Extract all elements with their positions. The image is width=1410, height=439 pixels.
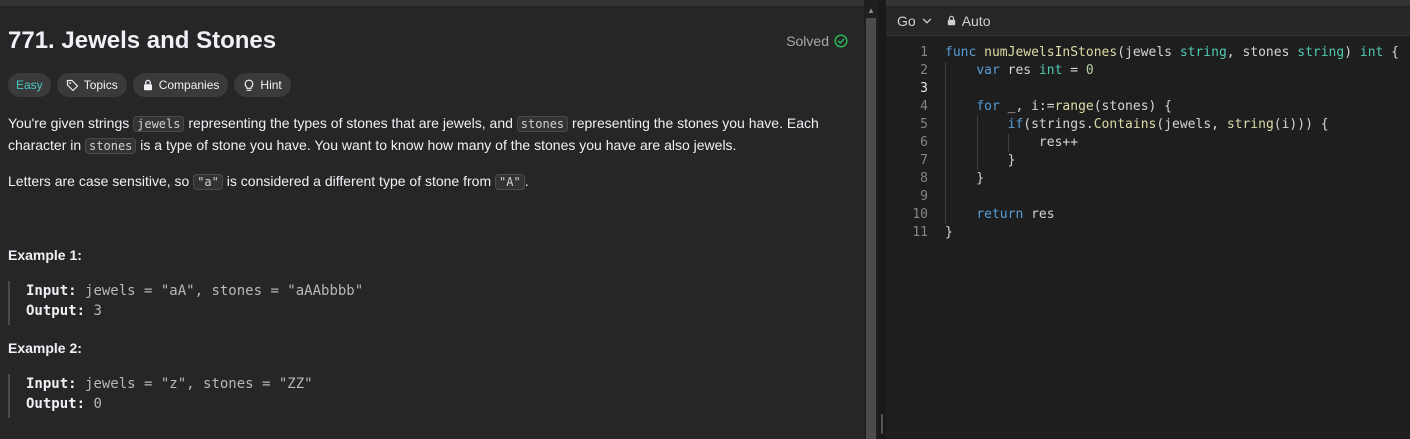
- line-number: 11: [912, 225, 928, 240]
- code-line: 7 }: [886, 152, 1410, 170]
- inline-code: jewels: [133, 116, 185, 132]
- problem-title: 771. Jewels and Stones: [8, 27, 277, 54]
- input-value: jewels = "aA", stones = "aAAbbbb": [85, 283, 364, 299]
- line-number: 4: [920, 99, 928, 114]
- desc-text: .: [524, 173, 529, 189]
- panel-top-bar: [0, 0, 864, 6]
- output-label: Output:: [26, 303, 86, 319]
- inline-code: "a": [193, 174, 223, 190]
- line-number: 1: [920, 45, 928, 60]
- editor-toolbar: Go Auto: [886, 6, 1410, 36]
- mode-indicator: Auto: [946, 13, 991, 29]
- line-number: 2: [920, 63, 928, 78]
- output-label: Output:: [26, 396, 86, 412]
- input-label: Input:: [26, 376, 77, 392]
- desc-text: You're given strings: [8, 115, 134, 131]
- code-line: 6 res++: [886, 134, 1410, 152]
- description-paragraph: Letters are case sensitive, so "a" is co…: [8, 171, 848, 193]
- line-number: 5: [920, 117, 928, 132]
- desc-text: representing the types of stones that ar…: [184, 115, 517, 131]
- code-editor-panel: Go Auto 1 func numJewelsInStones(jewels s…: [886, 0, 1410, 439]
- code-line: 11}: [886, 224, 1410, 242]
- description-paragraph: You're given strings jewels representing…: [8, 113, 848, 157]
- code-text: res++: [945, 135, 1079, 150]
- difficulty-badge: Easy: [8, 73, 51, 97]
- input-label: Input:: [26, 283, 77, 299]
- output-value: 0: [93, 396, 102, 412]
- desc-text: is considered a different type of stone …: [222, 173, 496, 189]
- example-heading: Example 1:: [8, 247, 82, 263]
- desc-text: Letters are case sensitive, so: [8, 173, 194, 189]
- code-text: var res int = 0: [976, 63, 1094, 78]
- code-text: }: [945, 171, 985, 186]
- lightbulb-icon: [243, 79, 255, 92]
- code-line: 2 var res int = 0: [886, 62, 1410, 80]
- scroll-up-arrow-icon[interactable]: ▲: [866, 6, 876, 16]
- difficulty-label: Easy: [16, 78, 43, 92]
- code-line: 3: [886, 80, 1410, 98]
- problem-tags: Easy Topics Companies Hint: [8, 73, 291, 97]
- code-text: func numJewelsInStones(jewels string, st…: [945, 45, 1400, 60]
- scrollbar-thumb[interactable]: [866, 18, 876, 439]
- code-line: 1 func numJewelsInStones(jewels string, s…: [886, 44, 1410, 62]
- code-line: 10 return res: [886, 206, 1410, 224]
- companies-button[interactable]: Companies: [132, 73, 229, 97]
- line-number: 6: [920, 135, 928, 150]
- inline-code: stones: [85, 138, 137, 154]
- hint-label: Hint: [260, 78, 282, 92]
- line-number: 3: [920, 81, 928, 96]
- example-block: Input: jewels = "z", stones = "ZZ" Outpu…: [8, 374, 313, 418]
- check-circle-icon: [834, 34, 848, 48]
- problem-panel: 771. Jewels and Stones Solved Easy Topic…: [0, 0, 864, 439]
- line-number: 7: [920, 153, 928, 168]
- language-label: Go: [897, 12, 916, 29]
- panel-divider[interactable]: [878, 0, 886, 439]
- example-block: Input: jewels = "aA", stones = "aAAbbbb"…: [8, 281, 363, 325]
- code-area[interactable]: 1 func numJewelsInStones(jewels string, s…: [886, 44, 1410, 242]
- code-line: 5 if(strings.Contains(jewels, string(i))…: [886, 116, 1410, 134]
- code-text: }: [945, 153, 1016, 168]
- code-line: 8 }: [886, 170, 1410, 188]
- desc-text: is a type of stone you have. You want to…: [136, 137, 737, 153]
- solved-status: Solved: [786, 33, 848, 49]
- mode-label: Auto: [961, 12, 991, 29]
- chevron-down-icon: [922, 13, 932, 29]
- code-text: for _, i:=range(stones) {: [976, 99, 1173, 114]
- code-line: 4 for _, i:=range(stones) {: [886, 98, 1410, 116]
- input-value: jewels = "z", stones = "ZZ": [85, 376, 313, 392]
- example-heading: Example 2:: [8, 340, 82, 356]
- companies-label: Companies: [158, 78, 220, 92]
- code-line: 9: [886, 188, 1410, 206]
- line-number: 10: [912, 207, 928, 222]
- line-number: 9: [920, 189, 928, 204]
- language-selector[interactable]: Go: [897, 13, 932, 29]
- code-text: if(strings.Contains(jewels, string(i))) …: [1007, 117, 1329, 132]
- tag-icon: [66, 79, 79, 92]
- code-text: }: [945, 225, 953, 240]
- lock-icon: [142, 79, 154, 91]
- resize-handle[interactable]: [881, 414, 883, 434]
- inline-code: "A": [495, 174, 525, 190]
- hint-button[interactable]: Hint: [234, 73, 291, 97]
- code-text: return res: [976, 207, 1055, 222]
- topics-label: Topics: [83, 78, 118, 92]
- solved-label: Solved: [786, 33, 829, 49]
- output-value: 3: [93, 303, 102, 319]
- inline-code: stones: [516, 116, 569, 132]
- lock-icon: [946, 13, 957, 29]
- topics-button[interactable]: Topics: [56, 73, 127, 97]
- line-number: 8: [920, 171, 928, 186]
